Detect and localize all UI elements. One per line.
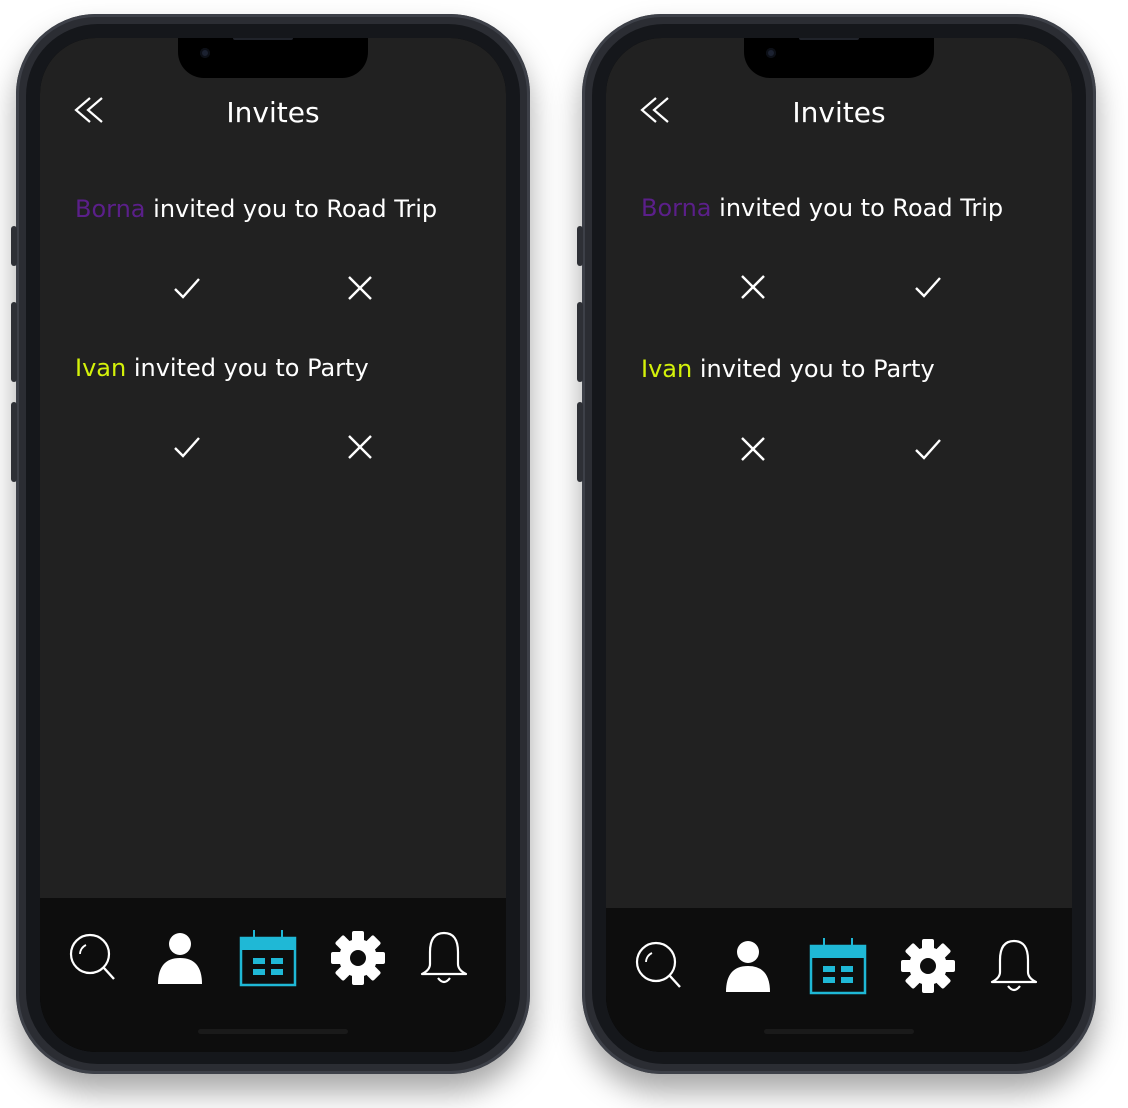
- invite-message: invited you to Party: [126, 354, 369, 382]
- invites-content: Invites Borna invited you to Road Trip I…: [606, 38, 1072, 908]
- screen: Invites Borna invited you to Road Trip I…: [40, 38, 506, 1052]
- notch: [178, 38, 368, 78]
- home-indicator: [198, 1029, 348, 1034]
- tab-profile[interactable]: [150, 928, 210, 988]
- phone-left: Invites Borna invited you to Road Trip I…: [11, 14, 530, 1074]
- side-button: [577, 302, 583, 382]
- settings-icon: [331, 931, 385, 985]
- decline-button[interactable]: [340, 427, 380, 467]
- check-icon: [915, 277, 941, 298]
- tab-notifications[interactable]: [984, 936, 1044, 996]
- home-indicator: [764, 1029, 914, 1034]
- side-button: [11, 226, 17, 266]
- accept-button[interactable]: [908, 267, 948, 307]
- tab-settings[interactable]: [898, 936, 958, 996]
- check-icon: [174, 437, 200, 458]
- page-title: Invites: [226, 96, 320, 129]
- tab-calendar[interactable]: [808, 936, 868, 996]
- invite-text: Ivan invited you to Party: [641, 355, 935, 383]
- calendar-icon: [809, 938, 867, 995]
- tab-search[interactable]: [64, 928, 124, 988]
- invite-message: invited you to Road Trip: [711, 194, 1004, 222]
- tab-settings[interactable]: [328, 928, 388, 988]
- tab-search[interactable]: [630, 936, 690, 996]
- decline-button[interactable]: [733, 267, 773, 307]
- close-icon: [348, 276, 372, 300]
- close-icon: [741, 275, 765, 299]
- close-icon: [348, 435, 372, 459]
- check-icon: [915, 439, 941, 460]
- screen: Invites Borna invited you to Road Trip I…: [606, 38, 1072, 1052]
- inviter-name: Borna: [75, 195, 146, 223]
- search-icon: [69, 933, 115, 980]
- invites-content: Invites Borna invited you to Road Trip I…: [40, 38, 506, 898]
- settings-icon: [901, 939, 955, 993]
- bell-icon: [990, 939, 1038, 992]
- decline-button[interactable]: [733, 429, 773, 469]
- inviter-name: Ivan: [641, 355, 693, 383]
- profile-icon: [158, 933, 202, 984]
- invite-text: Borna invited you to Road Trip: [641, 194, 1003, 222]
- invite-text: Borna invited you to Road Trip: [75, 195, 437, 223]
- side-button: [11, 302, 17, 382]
- camera: [200, 48, 210, 58]
- accept-button[interactable]: [167, 427, 207, 467]
- bell-icon: [420, 931, 468, 984]
- check-icon: [174, 278, 200, 299]
- tab-bar: [606, 908, 1072, 1052]
- accept-button[interactable]: [908, 429, 948, 469]
- search-icon: [635, 941, 681, 988]
- calendar-icon: [239, 930, 297, 987]
- notch: [744, 38, 934, 78]
- page-title: Invites: [792, 96, 886, 129]
- phone-right: Invites Borna invited you to Road Trip I…: [577, 14, 1096, 1074]
- tab-calendar[interactable]: [238, 928, 298, 988]
- close-icon: [741, 437, 765, 461]
- tab-notifications[interactable]: [414, 928, 474, 988]
- inviter-name: Ivan: [75, 354, 127, 382]
- tab-profile[interactable]: [718, 936, 778, 996]
- invite-text: Ivan invited you to Party: [75, 354, 369, 382]
- accept-button[interactable]: [167, 268, 207, 308]
- decline-button[interactable]: [340, 268, 380, 308]
- invite-message: invited you to Party: [692, 355, 935, 383]
- tab-bar: [40, 898, 506, 1052]
- invite-message: invited you to Road Trip: [145, 195, 438, 223]
- side-button: [577, 226, 583, 266]
- inviter-name: Borna: [641, 194, 712, 222]
- side-button: [11, 402, 17, 482]
- side-button: [577, 402, 583, 482]
- camera: [766, 48, 776, 58]
- profile-icon: [726, 941, 770, 992]
